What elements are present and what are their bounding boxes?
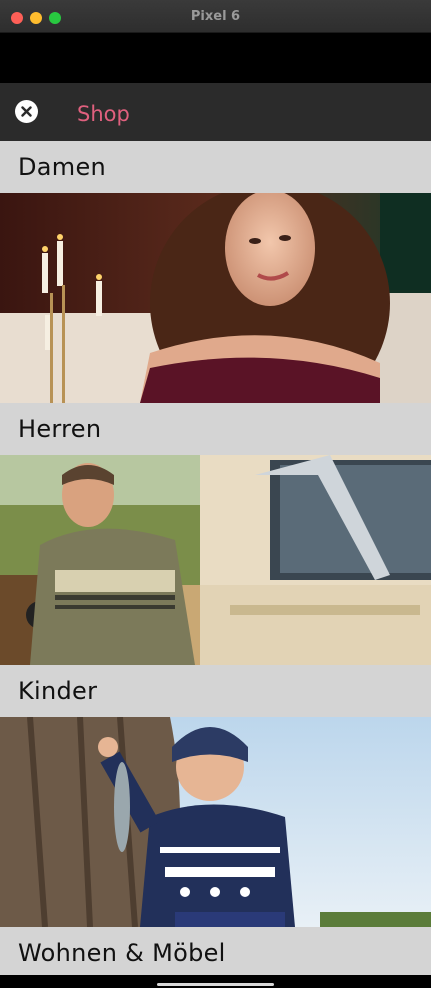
- category-header-damen[interactable]: Damen: [0, 141, 431, 193]
- status-bar: [0, 33, 431, 83]
- category-image-kinder[interactable]: [0, 717, 431, 927]
- category-header-wohnen-moebel[interactable]: Wohnen & Möbel: [0, 927, 431, 979]
- app-bar: Shop: [0, 83, 431, 141]
- category-header-kinder[interactable]: Kinder: [0, 665, 431, 717]
- home-indicator[interactable]: [157, 983, 274, 986]
- category-header-herren[interactable]: Herren: [0, 403, 431, 455]
- close-icon: [21, 106, 32, 117]
- app-title: Shop: [77, 102, 130, 126]
- window-title: Pixel 6: [190, 9, 241, 24]
- navigation-bar: [0, 975, 431, 988]
- close-button[interactable]: [15, 100, 38, 123]
- window-titlebar: Pixel 6: [0, 0, 431, 33]
- category-image-herren[interactable]: [0, 455, 431, 665]
- category-image-damen[interactable]: [0, 193, 431, 403]
